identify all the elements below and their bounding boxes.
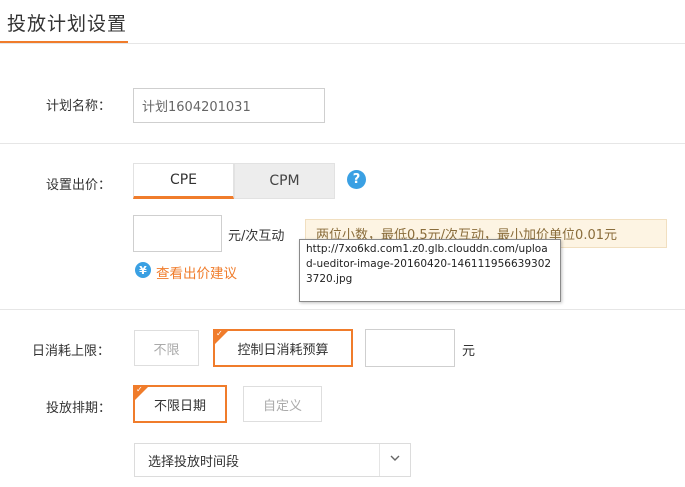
- option-label: 不限: [153, 342, 180, 358]
- section-divider: [0, 143, 685, 144]
- plan-name-input[interactable]: [133, 88, 325, 123]
- daily-budget-unit: 元: [462, 344, 476, 359]
- select-divider: [379, 444, 380, 476]
- daily-budget-input[interactable]: [365, 329, 455, 367]
- section-divider: [0, 309, 685, 310]
- time-period-select[interactable]: 选择投放时间段: [134, 443, 411, 477]
- tab-cpm[interactable]: CPM: [234, 163, 335, 199]
- option-label: 不限日期: [153, 398, 206, 414]
- question-circle-icon[interactable]: ?: [347, 170, 366, 189]
- daily-limit-control-button[interactable]: ✓ 控制日消耗预算: [213, 329, 353, 367]
- plan-name-label: 计划名称：: [46, 99, 112, 114]
- daily-limit-label: 日消耗上限：: [32, 344, 111, 359]
- select-value: 选择投放时间段: [148, 454, 240, 470]
- check-icon: ✓: [216, 329, 223, 338]
- page-title: 投放计划设置: [7, 13, 128, 35]
- option-label: 控制日消耗预算: [237, 342, 329, 358]
- chevron-down-icon: [390, 455, 400, 461]
- bid-label: 设置出价：: [46, 178, 112, 193]
- check-icon: ✓: [136, 385, 143, 394]
- schedule-custom-button[interactable]: 自定义: [243, 386, 322, 422]
- bid-unit: 元/次互动: [228, 229, 285, 244]
- tab-cpe[interactable]: CPE: [133, 163, 234, 199]
- yen-circle-icon: ¥: [135, 262, 151, 278]
- view-bid-advice-link[interactable]: 查看出价建议: [156, 262, 237, 282]
- bid-price-input[interactable]: [133, 215, 222, 252]
- schedule-unlimited-button[interactable]: ✓ 不限日期: [133, 385, 227, 423]
- daily-limit-unlimited-button[interactable]: 不限: [134, 330, 199, 366]
- header-divider: [0, 43, 685, 44]
- image-url-tooltip: http://7xo6kd.com1.z0.glb.clouddn.com/up…: [299, 239, 561, 302]
- schedule-label: 投放排期：: [46, 401, 112, 416]
- option-label: 自定义: [262, 398, 302, 414]
